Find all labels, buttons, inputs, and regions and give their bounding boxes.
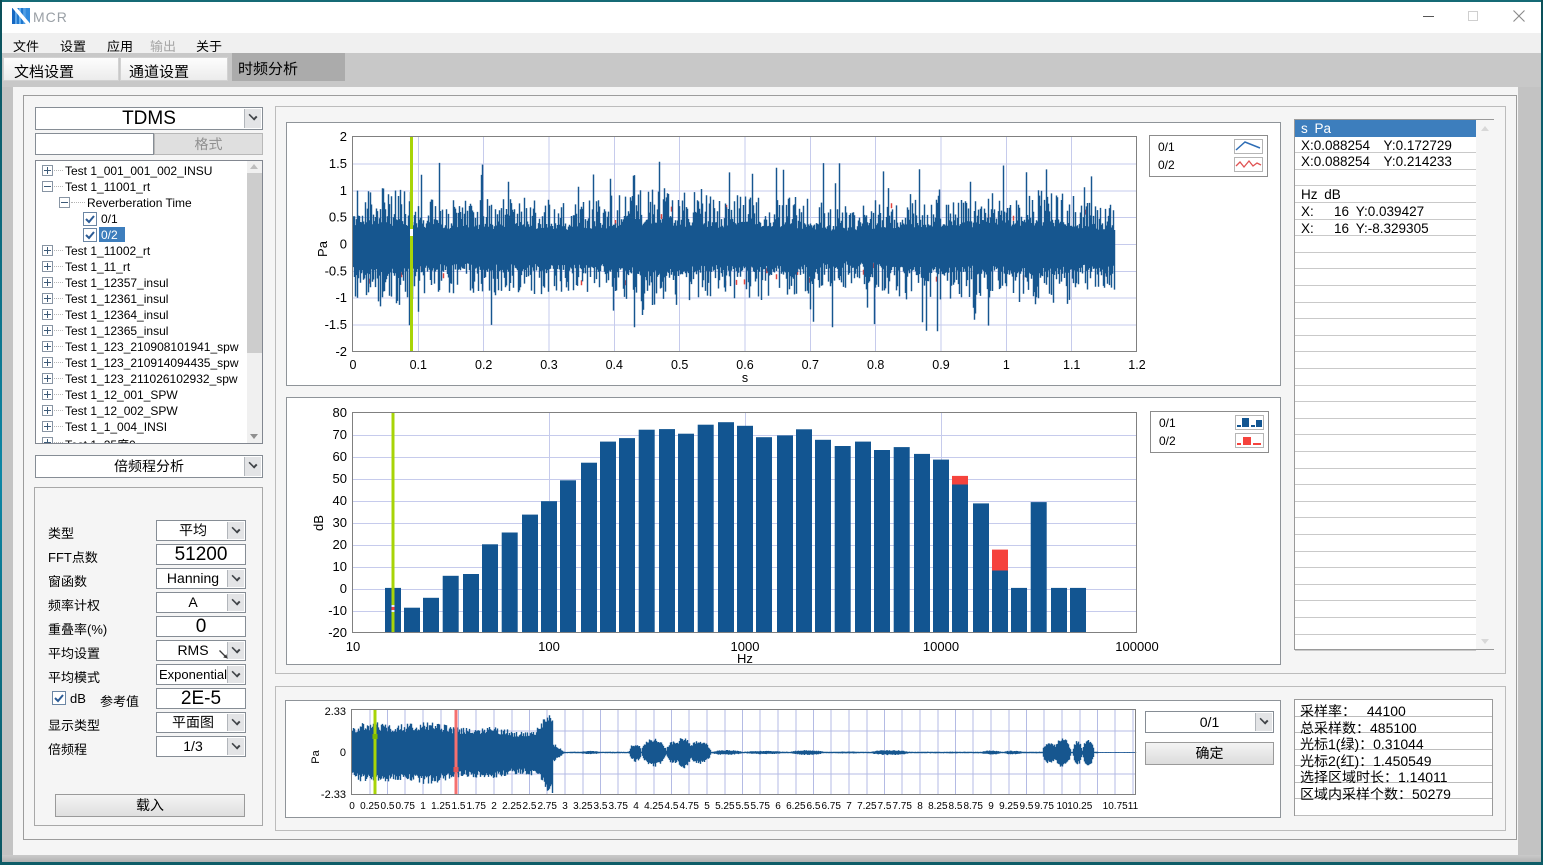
svg-text:3: 3 <box>562 801 568 812</box>
svg-text:2.75: 2.75 <box>537 801 557 812</box>
svg-text:-2.33: -2.33 <box>321 789 346 801</box>
svg-text:40: 40 <box>333 493 347 508</box>
svg-text:10: 10 <box>346 639 360 654</box>
svg-text:5: 5 <box>704 801 710 812</box>
svg-text:70: 70 <box>333 427 347 442</box>
svg-text:1.5: 1.5 <box>329 156 347 171</box>
svg-text:9.75: 9.75 <box>1034 801 1054 812</box>
svg-text:Pa: Pa <box>310 749 322 763</box>
svg-text:9: 9 <box>988 801 994 812</box>
svg-text:10: 10 <box>1056 801 1068 812</box>
svg-text:0.8: 0.8 <box>867 358 884 372</box>
svg-text:10.25: 10.25 <box>1067 801 1092 812</box>
svg-text:7: 7 <box>846 801 852 812</box>
svg-text:8.75: 8.75 <box>963 801 983 812</box>
svg-text:7.75: 7.75 <box>892 801 912 812</box>
svg-text:0: 0 <box>349 801 355 812</box>
svg-text:Hz: Hz <box>737 651 753 664</box>
svg-text:0.4: 0.4 <box>606 358 623 372</box>
svg-text:5.75: 5.75 <box>750 801 770 812</box>
svg-text:0.5: 0.5 <box>671 358 688 372</box>
svg-text:7.25: 7.25 <box>857 801 877 812</box>
svg-text:3.5: 3.5 <box>594 801 608 812</box>
svg-text:9.25: 9.25 <box>999 801 1019 812</box>
svg-text:1.5: 1.5 <box>452 801 466 812</box>
svg-text:1.1: 1.1 <box>1063 358 1080 372</box>
svg-text:0: 0 <box>340 581 347 596</box>
svg-text:0.9: 0.9 <box>932 358 949 372</box>
svg-text:9.5: 9.5 <box>1020 801 1034 812</box>
svg-text:4.75: 4.75 <box>679 801 699 812</box>
svg-text:0.25: 0.25 <box>360 801 380 812</box>
svg-text:1.25: 1.25 <box>431 801 451 812</box>
svg-text:6.75: 6.75 <box>821 801 841 812</box>
svg-text:6: 6 <box>775 801 781 812</box>
svg-text:2: 2 <box>491 801 497 812</box>
svg-text:20: 20 <box>333 537 347 552</box>
svg-text:5.25: 5.25 <box>715 801 735 812</box>
svg-text:1.2: 1.2 <box>1128 358 1145 372</box>
svg-text:-20: -20 <box>328 625 347 640</box>
svg-text:6.5: 6.5 <box>807 801 821 812</box>
svg-text:0: 0 <box>340 237 347 252</box>
svg-text:1.75: 1.75 <box>466 801 486 812</box>
svg-text:0: 0 <box>340 747 346 759</box>
svg-text:11: 11 <box>1128 801 1139 812</box>
svg-text:8.25: 8.25 <box>928 801 948 812</box>
svg-text:30: 30 <box>333 515 347 530</box>
svg-text:-0.5: -0.5 <box>325 263 347 278</box>
svg-text:10000: 10000 <box>923 639 959 654</box>
svg-text:5.5: 5.5 <box>736 801 750 812</box>
svg-text:2.5: 2.5 <box>523 801 537 812</box>
svg-text:6.25: 6.25 <box>786 801 806 812</box>
svg-text:0.3: 0.3 <box>540 358 557 372</box>
svg-text:100000: 100000 <box>1115 639 1158 654</box>
svg-text:60: 60 <box>333 449 347 464</box>
svg-text:50: 50 <box>333 471 347 486</box>
svg-text:100: 100 <box>538 639 560 654</box>
svg-text:-1.5: -1.5 <box>325 317 347 332</box>
svg-text:2: 2 <box>340 129 347 144</box>
svg-text:4.25: 4.25 <box>644 801 664 812</box>
svg-text:10.75: 10.75 <box>1103 801 1128 812</box>
svg-text:1: 1 <box>1003 358 1010 372</box>
svg-text:2.25: 2.25 <box>502 801 522 812</box>
svg-text:10: 10 <box>333 559 347 574</box>
svg-text:0: 0 <box>350 358 357 372</box>
svg-text:0.6: 0.6 <box>736 358 753 372</box>
svg-text:1: 1 <box>340 183 347 198</box>
svg-text:1: 1 <box>420 801 426 812</box>
svg-text:8.5: 8.5 <box>949 801 963 812</box>
svg-text:-2: -2 <box>335 344 347 359</box>
svg-text:0.75: 0.75 <box>395 801 415 812</box>
svg-text:8: 8 <box>917 801 923 812</box>
svg-text:3.75: 3.75 <box>608 801 628 812</box>
svg-text:-1: -1 <box>335 290 347 305</box>
svg-text:0.5: 0.5 <box>381 801 395 812</box>
svg-text:7.5: 7.5 <box>878 801 892 812</box>
svg-text:0.5: 0.5 <box>329 210 347 225</box>
svg-text:-10: -10 <box>328 603 347 618</box>
svg-text:4: 4 <box>633 801 639 812</box>
svg-text:3.25: 3.25 <box>573 801 593 812</box>
svg-text:dB: dB <box>311 515 326 531</box>
svg-text:Pa: Pa <box>315 240 330 257</box>
svg-text:s: s <box>742 371 748 385</box>
svg-text:0.1: 0.1 <box>410 358 427 372</box>
svg-text:4.5: 4.5 <box>665 801 679 812</box>
svg-text:0.2: 0.2 <box>475 358 492 372</box>
svg-text:80: 80 <box>333 405 347 420</box>
svg-text:2.33: 2.33 <box>325 706 346 718</box>
svg-text:0.7: 0.7 <box>802 358 819 372</box>
